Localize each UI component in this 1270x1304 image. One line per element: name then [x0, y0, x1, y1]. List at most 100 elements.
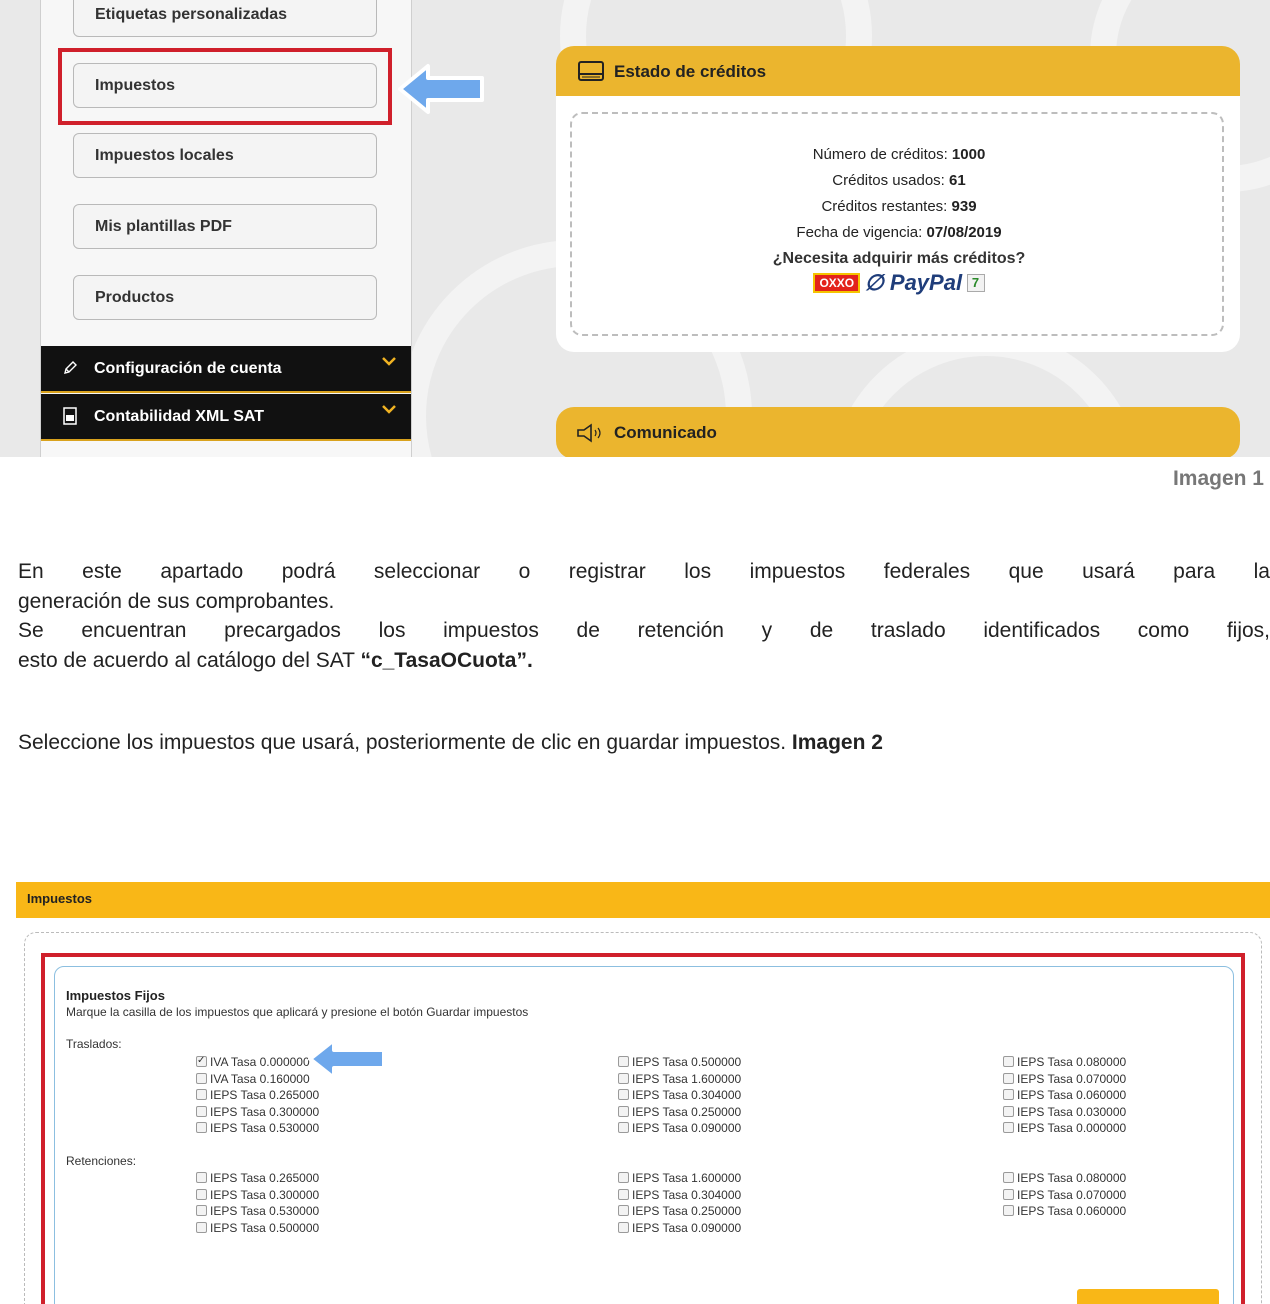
checkbox[interactable]	[196, 1205, 207, 1216]
payment-logos[interactable]: OXXO ∅ PayPal 7	[572, 270, 1226, 296]
tax-option[interactable]: IEPS Tasa 0.300000	[196, 1104, 319, 1120]
tax-option[interactable]: IEPS Tasa 0.070000	[1003, 1071, 1126, 1087]
sidebar-section-contabilidad-xml-sat[interactable]: Contabilidad XML SAT	[41, 394, 411, 441]
paragraph-line: generación de sus comprobantes.	[18, 590, 335, 613]
tax-option[interactable]: IVA Tasa 0.000000	[196, 1053, 310, 1070]
catalog-name: “c_TasaOCuota”.	[360, 649, 533, 672]
tax-option-label: IEPS Tasa 0.265000	[210, 1088, 320, 1102]
tax-option[interactable]: IEPS Tasa 0.090000	[618, 1120, 741, 1136]
checkbox[interactable]	[618, 1188, 629, 1200]
tax-option[interactable]: IEPS Tasa 0.530000	[196, 1120, 319, 1136]
sidebar-section-label: Contabilidad XML SAT	[94, 408, 265, 425]
checkbox[interactable]	[196, 1072, 207, 1084]
retenciones-label: Retenciones:	[66, 1154, 137, 1168]
checkbox[interactable]	[618, 1172, 629, 1183]
checkbox[interactable]	[1003, 1105, 1014, 1117]
sidebar-item-impuestos-locales[interactable]: Impuestos locales	[73, 133, 377, 178]
checkbox[interactable]	[196, 1105, 207, 1117]
tax-option[interactable]: IEPS Tasa 0.304000	[618, 1087, 741, 1103]
oxxo-logo[interactable]: OXXO	[813, 273, 861, 293]
sidebar-item-label: Mis plantillas PDF	[95, 218, 232, 235]
checkbox[interactable]	[196, 1188, 207, 1200]
credit-card-icon	[578, 61, 604, 81]
paragraph-line: Se encuentran precargados los impuestos …	[18, 619, 1270, 642]
tax-option-label: IEPS Tasa 0.060000	[1017, 1204, 1127, 1218]
tax-option[interactable]: IEPS Tasa 0.500000	[618, 1054, 741, 1070]
tax-option-label: IEPS Tasa 0.304000	[632, 1088, 742, 1102]
checkbox[interactable]	[618, 1221, 629, 1233]
tax-option[interactable]: IEPS Tasa 0.080000	[1003, 1170, 1126, 1186]
save-taxes-button[interactable]	[1077, 1289, 1219, 1304]
checkbox[interactable]	[196, 1122, 207, 1133]
checkbox[interactable]	[1003, 1056, 1014, 1067]
tax-option[interactable]: IEPS Tasa 0.030000	[1003, 1104, 1126, 1120]
impuestos-header: Impuestos	[16, 882, 1270, 918]
chevron-down-icon	[382, 386, 396, 431]
paragraph-line: esto de acuerdo al catálogo del SAT “c_T…	[18, 646, 1270, 675]
document-icon	[59, 394, 81, 443]
tax-option[interactable]: IEPS Tasa 0.080000	[1003, 1054, 1126, 1070]
checkbox[interactable]	[1003, 1089, 1014, 1100]
checkbox[interactable]	[1003, 1072, 1014, 1084]
tax-option[interactable]: IEPS Tasa 0.304000	[618, 1187, 741, 1203]
credits-used: Créditos usados: 61	[572, 172, 1226, 189]
checkbox[interactable]	[196, 1221, 207, 1233]
tax-option[interactable]: IVA Tasa 0.160000	[196, 1071, 310, 1087]
sidebar-item-mis-plantillas-pdf[interactable]: Mis plantillas PDF	[73, 204, 377, 249]
tax-option-label: IEPS Tasa 1.600000	[632, 1071, 742, 1086]
buy-credits-link[interactable]: ¿Necesita adquirir más créditos?	[572, 250, 1226, 268]
screenshot-2: Impuestos Impuestos Fijos Marque la casi…	[16, 882, 1270, 1304]
tax-option-label: IEPS Tasa 0.060000	[1017, 1088, 1127, 1102]
tax-option-label: IEPS Tasa 0.080000	[1017, 1171, 1127, 1185]
credits-value: 1000	[951, 146, 986, 163]
checkbox[interactable]	[196, 1089, 207, 1100]
checkbox[interactable]	[618, 1056, 629, 1067]
checkbox[interactable]	[196, 1172, 207, 1183]
checkbox-checked[interactable]	[196, 1053, 207, 1069]
impuestos-fijos-title: Impuestos Fijos	[66, 988, 165, 1003]
tax-option-label: IVA Tasa 0.160000	[210, 1071, 310, 1086]
tax-option[interactable]: IEPS Tasa 0.500000	[196, 1220, 319, 1236]
tax-option[interactable]: IEPS Tasa 0.300000	[196, 1187, 319, 1203]
checkbox[interactable]	[1003, 1172, 1014, 1183]
tax-option-label: IEPS Tasa 0.070000	[1017, 1071, 1127, 1086]
credits-value: 07/08/2019	[926, 224, 1002, 241]
credits-card-title: Estado de créditos	[614, 62, 767, 81]
tax-option[interactable]: IEPS Tasa 0.000000	[1003, 1120, 1126, 1136]
screenshot-1: Etiquetas personalizadas Impuestos Impue…	[0, 0, 1270, 457]
tax-option[interactable]: IEPS Tasa 1.600000	[618, 1071, 741, 1087]
tax-option-label: IEPS Tasa 0.530000	[210, 1121, 320, 1135]
seven-eleven-logo[interactable]: 7	[966, 274, 985, 292]
tax-option[interactable]: IEPS Tasa 0.265000	[196, 1087, 319, 1103]
tax-option[interactable]: IEPS Tasa 0.070000	[1003, 1187, 1126, 1203]
checkbox[interactable]	[1003, 1188, 1014, 1200]
checkbox[interactable]	[618, 1089, 629, 1100]
tax-option[interactable]: IEPS Tasa 0.250000	[618, 1104, 741, 1120]
checkbox[interactable]	[618, 1072, 629, 1084]
tax-option-label: IEPS Tasa 0.304000	[632, 1187, 742, 1202]
checkbox[interactable]	[618, 1122, 629, 1133]
credits-label: Número de créditos:	[812, 146, 948, 163]
image-2-reference: Imagen 2	[791, 731, 883, 754]
pointer-arrow-icon	[308, 1038, 386, 1080]
tax-option[interactable]: IEPS Tasa 1.600000	[618, 1170, 741, 1186]
credits-box: Número de créditos: 1000 Créditos usados…	[570, 112, 1224, 336]
paragraph-text: esto de acuerdo al catálogo del SAT	[18, 649, 361, 672]
tax-option[interactable]: IEPS Tasa 0.530000	[196, 1203, 319, 1219]
tax-option-label: IEPS Tasa 0.500000	[632, 1055, 742, 1069]
tax-option[interactable]: IEPS Tasa 0.265000	[196, 1170, 319, 1186]
tax-option[interactable]: IEPS Tasa 0.060000	[1003, 1087, 1126, 1103]
tax-option[interactable]: IEPS Tasa 0.090000	[618, 1220, 741, 1236]
checkbox[interactable]	[618, 1105, 629, 1117]
sidebar-item-etiquetas-personalizadas[interactable]: Etiquetas personalizadas	[73, 0, 377, 37]
checkbox[interactable]	[1003, 1122, 1014, 1133]
tax-option[interactable]: IEPS Tasa 0.060000	[1003, 1203, 1126, 1219]
sidebar-section-configuracion-de-cuenta[interactable]: Configuración de cuenta	[41, 346, 411, 393]
checkbox[interactable]	[1003, 1205, 1014, 1216]
sidebar-item-productos[interactable]: Productos	[73, 275, 377, 320]
sidebar-item-label: Productos	[95, 289, 175, 306]
tax-option[interactable]: IEPS Tasa 0.250000	[618, 1203, 741, 1219]
checkbox[interactable]	[618, 1205, 629, 1216]
paypal-logo[interactable]: ∅ PayPal	[865, 270, 962, 296]
tax-option-label: IEPS Tasa 0.030000	[1017, 1104, 1127, 1119]
